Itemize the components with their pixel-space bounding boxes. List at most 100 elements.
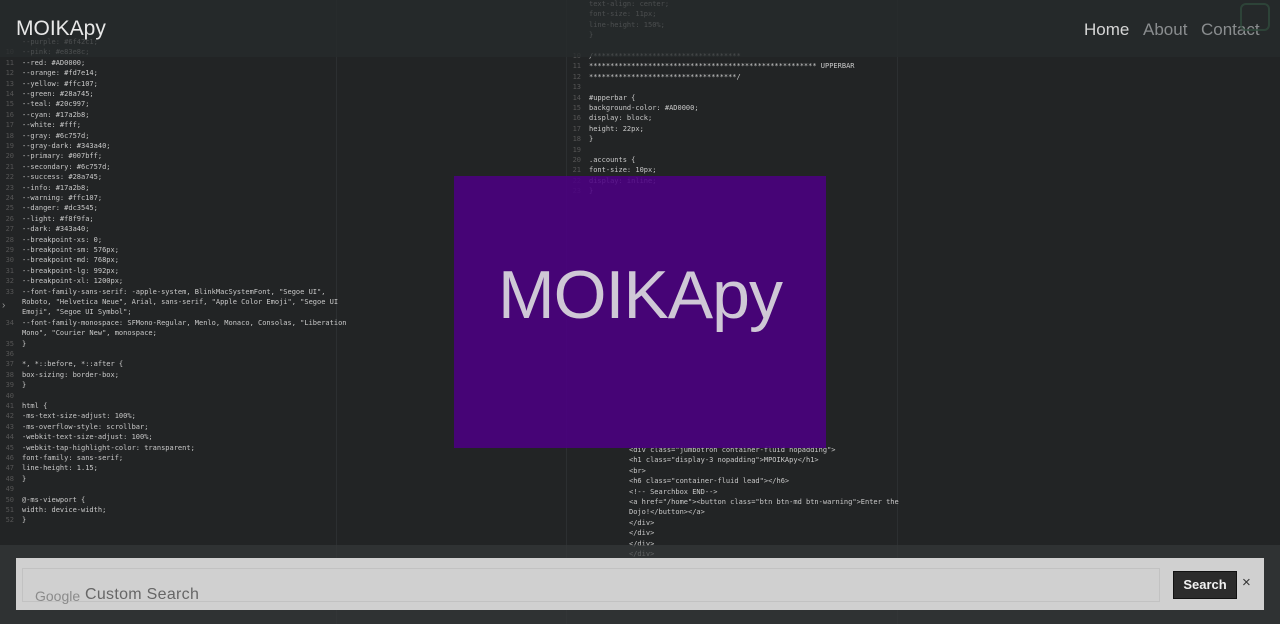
code-text: --breakpoint-lg: 992px; [22,266,119,275]
line-number: 20 [5,152,14,161]
line-number: 14 [572,93,581,102]
editor-pane-left: --purple: #6f42c1;10--pink: #e83e8c;11--… [0,0,347,624]
code-line: 24 --warning: #ffc107; [2,194,103,202]
line-number: 40 [5,391,14,400]
code-line: 17 height: 22px; [569,125,644,133]
code-line: 45 -webkit-tap-highlight-color: transpare… [2,444,195,452]
line-number: 21 [572,166,581,175]
line-number: 42 [5,412,14,421]
line-number: 51 [5,506,14,514]
line-number: 27 [5,225,14,234]
collapse-arrow-icon[interactable]: › [2,300,5,311]
line-number: 45 [5,443,14,452]
code-text: background-color: #AD0000; [589,104,699,112]
nav-link-home[interactable]: Home [1084,20,1129,40]
code-line: 14 #upperbar { [569,93,636,102]
code-text: box-sizing: border-box; [22,370,119,379]
code-line: 37 *, *::before, *::after { [2,360,124,369]
code-line: 11 --red: #AD0000; [2,58,86,67]
code-line: Dojo!</button></a> [609,508,705,516]
code-text: </div> [629,529,655,538]
line-number: 15 [572,104,581,112]
code-line: 26 --light: #f8f9fa; [2,215,94,223]
line-number: 29 [5,246,14,254]
code-line: 51 width: device-width; [2,506,107,514]
code-text: height: 22px; [589,124,644,133]
code-text: <h6 class="container-fluid lead"></h6> [629,477,790,486]
line-number: 33 [5,287,14,296]
close-icon[interactable]: × [1242,574,1251,591]
code-line: 38 box-sizing: border-box; [2,371,119,379]
code-text: *, *::before, *::after { [22,360,124,369]
code-line: 14 --green: #28a745; [2,90,94,98]
code-text: <!-- Searchbox END--> [629,487,718,496]
code-line: 31 --breakpoint-lg: 992px; [2,267,119,275]
code-text: --breakpoint-md: 768px; [22,256,119,265]
line-number: 11 [5,58,14,67]
code-text: --green: #28a745; [22,90,94,98]
code-line: 19 [569,146,589,154]
line-number: 39 [5,381,14,390]
code-line: 16 --cyan: #17a2b8; [2,111,90,119]
search-button[interactable]: Search [1173,571,1237,599]
code-text: --font-family-monospace: SFMono-Regular,… [22,318,347,327]
code-line: 12 --orange: #fd7e14; [2,69,98,77]
code-text: line-height: 1.15; [22,464,98,473]
code-text: --warning: #ffc107; [22,194,103,202]
navbar-brand[interactable]: MOIKApy [16,17,106,41]
search-input[interactable]: Google Custom Search [22,568,1160,604]
code-text: <br> [629,466,646,475]
nav-link-about[interactable]: About [1143,20,1187,40]
search-bar: Google Custom Search Search × [0,545,1280,624]
code-line: 20 .accounts { [569,156,636,164]
code-line: Emoji", "Segoe UI Symbol"; [2,308,132,316]
code-line: <h1 class="display-3 nopadding">MPOIKApy… [609,456,819,464]
line-number: 32 [5,277,14,286]
line-number: 46 [5,454,14,462]
line-number: 38 [5,370,14,379]
line-number: 44 [5,433,14,442]
line-number: 48 [5,474,14,483]
code-line: 47 line-height: 1.15; [2,464,98,472]
code-line: 44 -webkit-text-size-adjust: 100%; [2,433,153,441]
code-line: 32 --breakpoint-xl: 1200px; [2,277,124,286]
code-text: } [589,135,594,144]
code-line: 41 html { [2,402,48,410]
code-text: @-ms-viewport { [22,495,86,504]
code-text: --breakpoint-xs: 0; [22,235,103,244]
code-line: 13 [569,83,589,91]
code-text: <h1 class="display-3 nopadding">MPOIKApy… [629,456,819,465]
code-line: 18} [569,135,594,144]
line-number: 37 [5,360,14,369]
hero-title: MOIKApy [498,257,783,333]
code-text: --gray: #6c757d; [22,131,90,140]
hero-box: MOIKApy [454,176,826,448]
line-number: 20 [572,156,581,164]
code-text: --teal: #20c997; [22,100,90,109]
code-text: --light: #f8f9fa; [22,214,94,223]
code-text: .accounts { [589,156,636,164]
line-number: 16 [572,114,581,123]
code-line: 48} [2,474,27,483]
code-text: Mono", "Courier New", monospace; [22,329,157,338]
corner-logo-icon [1240,3,1270,31]
code-line: </div> [609,529,654,537]
line-number: 14 [5,90,14,98]
line-number: 47 [5,464,14,473]
code-text: --orange: #fd7e14; [22,69,98,78]
code-text: font-size: 10px; [589,166,657,175]
code-text: --primary: #007bff; [22,152,103,161]
line-number: 12 [5,69,14,78]
line-number: 17 [572,124,581,133]
code-text: --font-family-sans-serif: -apple-system,… [22,287,326,296]
code-line: 17 --white: #fff; [2,121,81,129]
code-text: Emoji", "Segoe UI Symbol"; [22,308,132,317]
line-number: 13 [572,83,581,92]
code-line: 36 [2,350,22,358]
line-number: 49 [5,485,14,494]
code-text: <a href="/home"><button class="btn btn-m… [629,498,899,506]
code-line: 11 **************************************… [569,62,855,70]
code-text: -ms-text-size-adjust: 100%; [22,412,136,421]
line-number: 25 [5,204,14,213]
code-text: --danger: #dc3545; [22,204,98,213]
